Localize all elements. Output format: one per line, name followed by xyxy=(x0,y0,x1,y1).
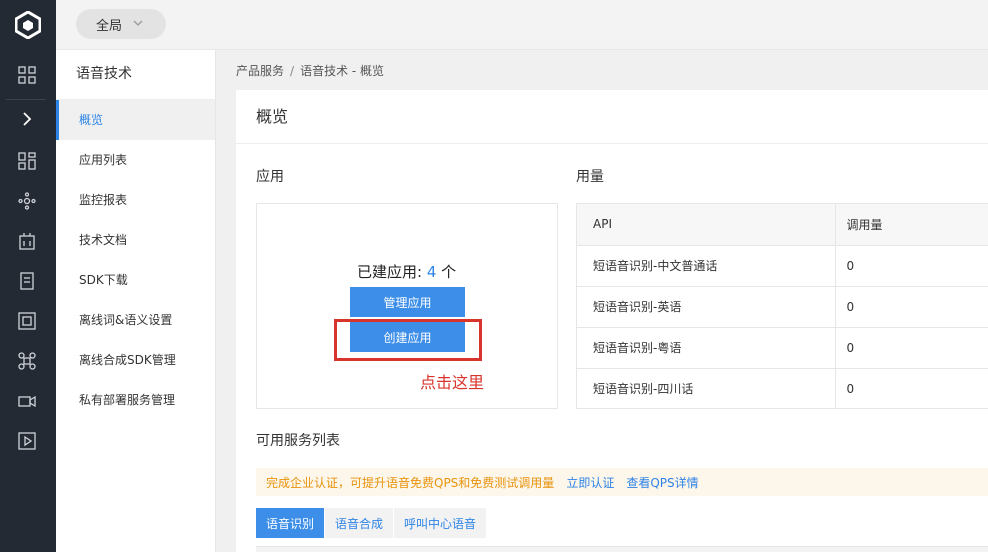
sidebar-item-private-deploy[interactable]: 私有部署服务管理 xyxy=(56,380,215,420)
scope-label: 全局 xyxy=(96,18,123,34)
sidebar-item-overview[interactable]: 概览 xyxy=(56,100,215,140)
sidebar-title: 语音技术 xyxy=(56,50,215,100)
product-grid-icon[interactable] xyxy=(17,151,37,171)
table-row: 短语音识别-四川话 0 xyxy=(577,368,988,409)
document-icon[interactable] xyxy=(17,271,37,291)
tab-speech-recognition[interactable]: 语音识别 xyxy=(256,508,325,538)
network-icon[interactable] xyxy=(17,191,37,211)
app-count: 已建应用: 4 个 xyxy=(357,261,456,282)
notice-text: 完成企业认证，可提升语音免费QPS和免费测试调用量 xyxy=(266,475,555,490)
manage-apps-button[interactable]: 管理应用 xyxy=(350,287,465,317)
apps-section-label: 应用 xyxy=(256,169,284,185)
services-table-top xyxy=(256,546,988,552)
api-name-cell: 短语音识别-英语 xyxy=(577,286,836,328)
verify-now-link[interactable]: 立即认证 xyxy=(566,474,614,491)
expand-chevron-icon[interactable] xyxy=(17,109,37,129)
chevron-down-icon xyxy=(132,17,144,33)
dashboard-icon[interactable] xyxy=(17,65,37,85)
qps-details-link[interactable]: 查看QPS详情 xyxy=(626,474,698,491)
tab-call-center-speech[interactable]: 呼叫中心语音 xyxy=(394,508,487,538)
tab-speech-synthesis[interactable]: 语音合成 xyxy=(325,508,394,538)
breadcrumb-separator: / xyxy=(290,64,295,78)
play-icon[interactable] xyxy=(17,431,37,451)
table-row: 短语音识别-粤语 0 xyxy=(577,327,988,369)
sidebar-item-sdk-download[interactable]: SDK下载 xyxy=(56,260,215,300)
top-bar: 全局 xyxy=(56,0,988,50)
sidebar-item-offline-words[interactable]: 离线词&语义设置 xyxy=(56,300,215,340)
apps-card: 已建应用: 4 个 管理应用 创建应用 点击这里 xyxy=(256,203,558,409)
calls-cell: 0 xyxy=(835,327,988,369)
app-count-suffix: 个 xyxy=(441,263,457,281)
sidebar-item-offline-tts-sdk[interactable]: 离线合成SDK管理 xyxy=(56,340,215,380)
product-sidebar: 语音技术 概览 应用列表 监控报表 技术文档 SDK下载 离线词&语义设置 离线… xyxy=(56,50,216,552)
annotation-text: 点击这里 xyxy=(420,373,485,392)
breadcrumb-current: 语音技术 - 概览 xyxy=(300,64,385,78)
breadcrumb-root[interactable]: 产品服务 xyxy=(236,64,284,78)
app-count-prefix: 已建应用: xyxy=(357,263,423,281)
services-section-label: 可用服务列表 xyxy=(256,433,340,449)
sidebar-item-monitoring[interactable]: 监控报表 xyxy=(56,180,215,220)
scan-icon[interactable] xyxy=(17,311,37,331)
annotation-highlight-box xyxy=(334,319,482,361)
icon-rail xyxy=(0,0,56,552)
logo-icon[interactable] xyxy=(0,0,56,50)
api-name-cell: 短语音识别-中文普通话 xyxy=(577,245,836,287)
api-name-cell: 短语音识别-四川话 xyxy=(577,368,836,409)
scope-selector[interactable]: 全局 xyxy=(76,9,166,39)
breadcrumb: 产品服务 / 语音技术 - 概览 xyxy=(236,62,384,79)
command-icon[interactable] xyxy=(17,351,37,371)
sidebar-item-docs[interactable]: 技术文档 xyxy=(56,220,215,260)
api-name-cell: 短语音识别-粤语 xyxy=(577,327,836,369)
service-tabs: 语音识别 语音合成 呼叫中心语音 xyxy=(256,508,487,538)
main-content: 产品服务 / 语音技术 - 概览 概览 应用 用量 已建应用: 4 个 管理应用 创… xyxy=(216,50,988,552)
usage-section-label: 用量 xyxy=(576,169,604,185)
table-header-row: API 调用量 xyxy=(577,204,988,246)
overview-panel: 概览 应用 用量 已建应用: 4 个 管理应用 创建应用 点击这里 API 调用… xyxy=(236,90,988,552)
table-row: 短语音识别-中文普通话 0 xyxy=(577,245,988,287)
sidebar-item-app-list[interactable]: 应用列表 xyxy=(56,140,215,180)
rail-divider xyxy=(6,99,46,100)
column-header-api: API xyxy=(577,204,836,246)
app-count-number: 4 xyxy=(426,263,437,281)
page-title: 概览 xyxy=(236,90,988,144)
calls-cell: 0 xyxy=(835,286,988,328)
column-header-calls: 调用量 xyxy=(835,204,988,246)
table-row: 短语音识别-英语 0 xyxy=(577,286,988,328)
building-icon[interactable] xyxy=(17,231,37,251)
video-camera-icon[interactable] xyxy=(17,391,37,411)
certification-notice: 完成企业认证，可提升语音免费QPS和免费测试调用量 立即认证 查看QPS详情 xyxy=(256,468,988,496)
calls-cell: 0 xyxy=(835,245,988,287)
usage-table: API 调用量 短语音识别-中文普通话 0 短语音识别-英语 0 短语音识别-粤… xyxy=(576,203,988,409)
calls-cell: 0 xyxy=(846,381,855,396)
